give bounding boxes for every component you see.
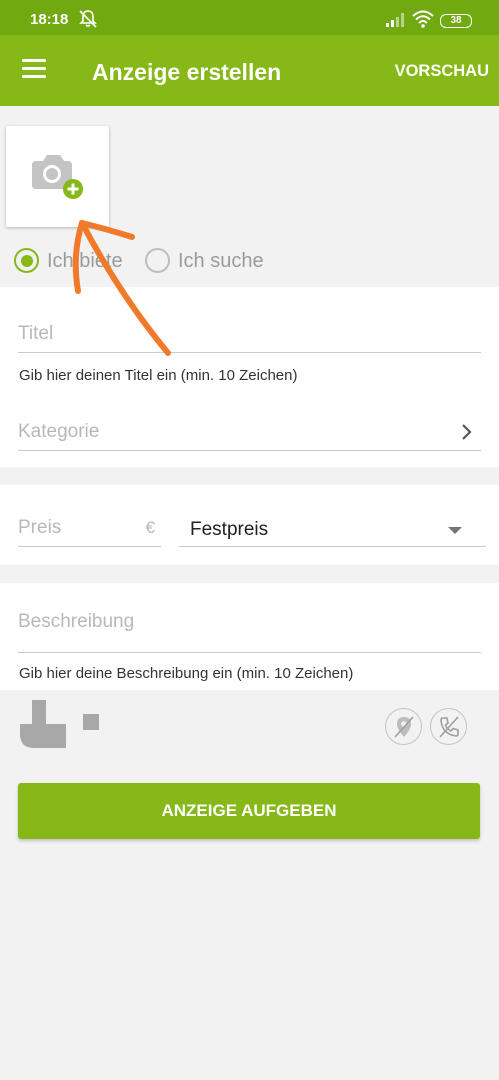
add-photo-button[interactable] [6, 126, 109, 227]
status-bar: 18:18 38 [0, 0, 499, 35]
dropdown-arrow-icon [448, 527, 462, 534]
submit-ad-button[interactable]: ANZEIGE AUFGEBEN [18, 783, 480, 839]
title-helper: Gib hier deinen Titel ein (min. 10 Zeich… [19, 367, 298, 384]
description-field[interactable]: Beschreibung [18, 611, 481, 653]
contact-row [0, 700, 499, 760]
radio-search-label: Ich suche [178, 250, 264, 272]
title-placeholder: Titel [18, 323, 54, 344]
preview-button[interactable]: VORSCHAU [395, 62, 489, 81]
description-card: Beschreibung Gib hier deine Beschreibung… [0, 583, 499, 690]
app-bar: Anzeige erstellen VORSCHAU [0, 35, 499, 106]
wifi-icon [412, 10, 434, 28]
redacted-user-info [20, 700, 99, 748]
title-category-card: Titel Gib hier deinen Titel ein (min. 10… [0, 287, 499, 467]
description-helper: Gib hier deine Beschreibung ein (min. 10… [19, 665, 354, 682]
category-field[interactable]: Kategorie [18, 421, 481, 451]
bell-off-icon [79, 10, 97, 28]
price-type-value: Festpreis [190, 519, 269, 540]
currency-symbol: € [145, 518, 155, 537]
status-time: 18:18 [30, 11, 69, 28]
price-type-select[interactable]: Festpreis [179, 517, 486, 547]
signal-icon [386, 13, 404, 27]
price-placeholder: Preis [18, 517, 62, 538]
price-field[interactable]: Preis € [18, 517, 161, 547]
price-card: Preis € Festpreis [0, 485, 499, 565]
title-field[interactable]: Titel [18, 323, 481, 353]
camera-add-icon [32, 155, 83, 199]
phone-off-icon [439, 716, 459, 738]
category-placeholder: Kategorie [18, 421, 100, 442]
radio-search[interactable]: Ich suche [145, 246, 275, 276]
page-title: Anzeige erstellen [92, 59, 282, 85]
offer-type-selector: Ich biete Ich suche [0, 246, 499, 276]
radio-offer[interactable]: Ich biete [14, 246, 134, 276]
location-off-icon [394, 716, 414, 738]
phone-button[interactable] [430, 708, 467, 745]
radio-offer-label: Ich biete [47, 250, 123, 272]
location-button[interactable] [385, 708, 422, 745]
chevron-right-icon [462, 424, 472, 440]
radio-offer-indicator [14, 248, 39, 273]
radio-search-indicator [145, 248, 170, 273]
menu-icon[interactable] [22, 59, 48, 79]
battery-indicator: 38 [440, 14, 472, 28]
description-placeholder: Beschreibung [18, 611, 135, 632]
